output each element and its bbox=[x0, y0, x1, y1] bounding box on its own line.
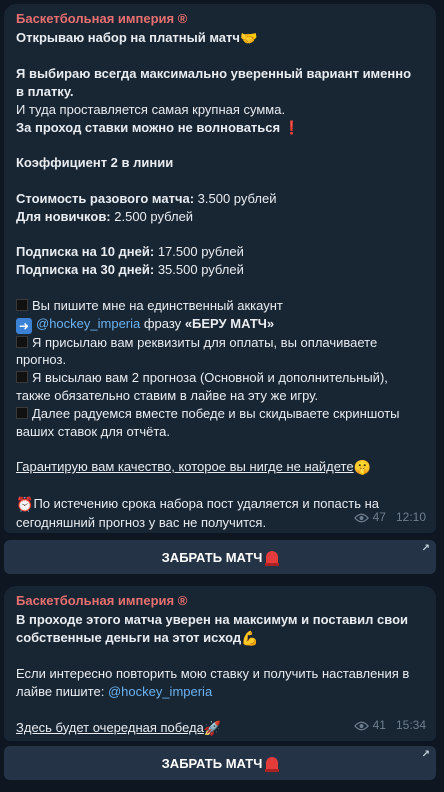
text: За проход ставки можно не волноваться bbox=[16, 119, 281, 135]
author-name[interactable]: Баскетбольная империя ® bbox=[16, 592, 424, 610]
step-line: Вы пишите мне на единственный аккаунт bbox=[16, 297, 424, 315]
text: Здесь будет очередная победа bbox=[16, 719, 204, 735]
subscription-10-line: Подписка на 10 дней: 17.500 рублей bbox=[16, 243, 424, 261]
message-line: В проходе этого матча уверен на максимум… bbox=[16, 611, 409, 627]
text: лайве пишите: bbox=[16, 683, 108, 699]
guarantee-line: Гарантирую вам качество, которое вы нигд… bbox=[16, 458, 424, 477]
step-line: Я высылаю вам 2 прогноза (Основной и доп… bbox=[16, 369, 424, 387]
alarm-clock-icon: ⏰ bbox=[16, 495, 34, 512]
newbie-label: Для новичков: bbox=[16, 208, 111, 224]
claim-match-button[interactable]: ЗАБРАТЬ МАТЧ ↗ bbox=[4, 746, 436, 780]
siren-icon bbox=[265, 550, 280, 566]
step-line: Далее радуемся вместе победе и вы скидыв… bbox=[16, 405, 424, 423]
external-link-icon: ↗ bbox=[421, 749, 430, 760]
text: По истечению срока набора пост удаляется… bbox=[33, 495, 379, 511]
message-line: И туда проставляется самая крупная сумма… bbox=[16, 101, 286, 117]
author-name[interactable]: Баскетбольная империя ® bbox=[16, 10, 424, 28]
step-line: также обязательно ставим в лайве на эту … bbox=[16, 387, 319, 403]
eye-icon bbox=[353, 513, 369, 523]
subscription-30-line: Подписка на 30 дней: 35.500 рублей bbox=[16, 261, 424, 279]
message-line: Если интересно повторить мою ставку и по… bbox=[16, 666, 410, 682]
view-count: 47 bbox=[372, 510, 386, 525]
view-count: 41 bbox=[372, 718, 386, 733]
text: Вы пишите мне на единственный аккаунт bbox=[32, 297, 283, 313]
siren-icon bbox=[265, 756, 280, 772]
message-line: За проход ставки можно не волноваться ❗ bbox=[16, 119, 424, 137]
text: Я высылаю вам 2 прогноза (Основной и доп… bbox=[32, 370, 388, 386]
step-line: Я присылаю вам реквизиты для оплаты, вы … bbox=[16, 334, 424, 352]
coefficient-line: Коэффициент 2 в линии bbox=[16, 155, 174, 171]
sub10-value: 17.500 рублей bbox=[154, 244, 244, 260]
text: Я присылаю вам реквизиты для оплаты, вы … bbox=[32, 334, 378, 350]
message-meta: 41 15:34 bbox=[353, 717, 426, 735]
claim-match-button[interactable]: ЗАБРАТЬ МАТЧ ↗ bbox=[4, 540, 436, 574]
message-meta: 47 12:10 bbox=[353, 509, 426, 527]
eye-icon bbox=[353, 721, 369, 731]
price-value: 3.500 рублей bbox=[194, 190, 277, 206]
black-square-icon bbox=[16, 371, 28, 384]
external-link-icon: ↗ bbox=[421, 543, 430, 554]
step-line: прогноз. bbox=[16, 352, 67, 368]
thinking-face-icon: 🤫 bbox=[353, 459, 372, 476]
newbie-value: 2.500 рублей bbox=[110, 208, 194, 224]
text: Далее радуемся вместе победе и вы скидыв… bbox=[32, 405, 400, 421]
sub30-label: Подписка на 30 дней: bbox=[16, 262, 155, 278]
message-feed: Баскетбольная империя ® Открываю набор н… bbox=[0, 0, 444, 792]
text: фразу bbox=[140, 315, 185, 331]
account-link[interactable]: @hockey_imperia bbox=[108, 684, 212, 699]
message-bubble: Баскетбольная империя ® В проходе этого … bbox=[4, 586, 436, 741]
button-label: ЗАБРАТЬ МАТЧ bbox=[161, 755, 263, 771]
message-line: Открываю набор на платный матч🤝 bbox=[16, 29, 424, 48]
step-line: ваших ставок для отчёта. bbox=[16, 423, 170, 439]
timestamp: 12:10 bbox=[395, 510, 426, 525]
sub30-value: 35.500 рублей bbox=[154, 262, 244, 278]
text: Открываю набор на платный матч bbox=[16, 29, 240, 45]
black-square-icon bbox=[16, 298, 28, 311]
account-link[interactable]: @hockey_imperia bbox=[36, 316, 140, 331]
message-line: лайве пишите: @hockey_imperia bbox=[16, 683, 424, 701]
message-line: Я выбираю всегда максимально уверенный в… bbox=[16, 66, 412, 82]
price-label: Стоимость разового матча: bbox=[16, 190, 195, 206]
message-line: собственные деньги на этот исход💪 bbox=[16, 629, 424, 648]
message-bubble: Баскетбольная империя ® Открываю набор н… bbox=[4, 4, 436, 533]
flexed-biceps-icon: 💪 bbox=[241, 629, 259, 646]
button-label: ЗАБРАТЬ МАТЧ bbox=[161, 549, 263, 565]
newbie-price-line: Для новичков: 2.500 рублей bbox=[16, 208, 424, 226]
rocket-icon: 🚀 bbox=[203, 719, 222, 736]
phrase: «БЕРУ МАТЧ» bbox=[184, 315, 275, 331]
text: Гарантирую вам качество, которое вы нигд… bbox=[16, 459, 354, 475]
black-square-icon bbox=[16, 406, 28, 419]
message-line: в платку. bbox=[16, 84, 74, 100]
price-line: Стоимость разового матча: 3.500 рублей bbox=[16, 190, 424, 208]
sub10-label: Подписка на 10 дней: bbox=[16, 244, 155, 260]
right-arrow-icon: ➜ bbox=[16, 317, 32, 334]
timestamp: 15:34 bbox=[395, 718, 426, 733]
text: собственные деньги на этот исход bbox=[16, 629, 242, 645]
red-exclamation-icon: ❗ bbox=[283, 119, 300, 135]
black-square-icon bbox=[16, 335, 28, 348]
step-line: ➜ @hockey_imperia фразу «БЕРУ МАТЧ» bbox=[16, 315, 424, 334]
handshake-icon: 🤝 bbox=[239, 29, 258, 46]
